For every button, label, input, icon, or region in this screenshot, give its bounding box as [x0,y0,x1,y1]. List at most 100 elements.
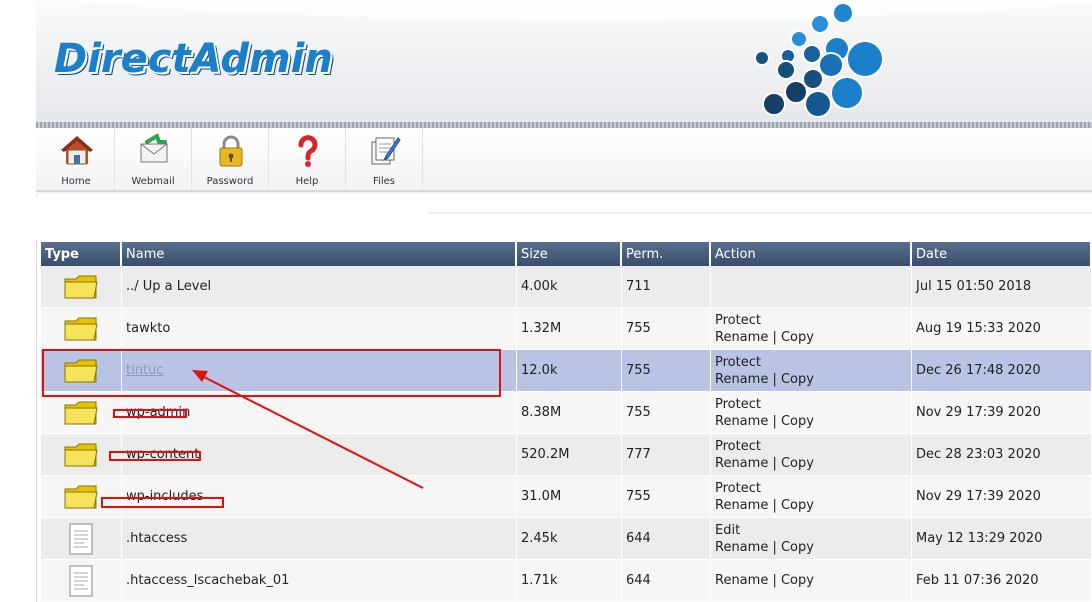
permission-link[interactable]: 755 [626,489,651,504]
folder-icon [64,443,98,466]
file-name-link[interactable]: tawkto [126,321,170,336]
action-rename-link[interactable]: Rename [715,330,768,345]
size-cell: 2.45k [517,518,621,560]
app-logo[interactable]: DirectAdmin [54,36,333,82]
date-cell: Dec 26 17:48 2020 [912,350,1091,392]
action-rename-link[interactable]: Rename [715,573,768,588]
action-protect-link[interactable]: Protect [715,481,761,496]
action-cell: Protect Rename | Copy [711,350,911,392]
size-cell: 1.32M [517,308,621,350]
action-cell: Protect Rename | Copy [711,434,911,476]
action-cell: Protect Rename | Copy [711,308,911,350]
table-row[interactable]: wp-includes 31.0M 755 Protect Rename | Copy N… [41,476,1091,518]
name-cell: wp-admin [122,392,516,434]
action-cell: Protect Rename | Copy [711,476,911,518]
name-cell: wp-includes [122,476,516,518]
file-name-link[interactable]: wp-content [126,447,199,462]
logo-bubbles-graphic [706,0,906,128]
column-header-name[interactable]: Name [122,242,516,266]
size-cell: 4.00k [517,266,621,308]
file-name-link[interactable]: ../ Up a Level [126,279,211,294]
file-name-link[interactable]: .htaccess_lscachebak_01 [126,573,289,588]
permission-link[interactable]: 755 [626,405,651,420]
date-cell: Nov 29 17:39 2020 [912,476,1091,518]
file-name-link[interactable]: tintuc [126,363,163,378]
action-rename-link[interactable]: Rename [715,456,768,471]
permission-link[interactable]: 755 [626,321,651,336]
permission-link[interactable]: 755 [626,363,651,378]
action-copy-link[interactable]: Copy [781,330,814,345]
type-cell [41,350,121,392]
date-cell: Feb 11 07:36 2020 [912,560,1091,602]
file-name-link[interactable]: wp-admin [126,405,190,420]
column-header-type[interactable]: Type [41,242,121,266]
permission-link[interactable]: 711 [626,279,651,294]
action-cell: Protect Rename | Copy [711,392,911,434]
date-cell: May 12 13:29 2020 [912,518,1091,560]
action-rename-link[interactable]: Rename [715,414,768,429]
action-copy-link[interactable]: Copy [781,540,814,555]
type-cell [41,434,121,476]
question-mark-icon [298,135,318,167]
toolbar-password-button[interactable]: Password [192,128,269,190]
sub-header-divider [428,212,1092,214]
action-protect-link[interactable]: Protect [715,439,761,454]
toolbar-label: Webmail [131,176,175,187]
size-cell: 31.0M [517,476,621,518]
action-rename-link[interactable]: Rename [715,540,768,555]
main-toolbar: Home Webmail Password Help Files [36,128,1092,194]
toolbar-home-button[interactable]: Home [38,128,115,190]
action-copy-link[interactable]: Copy [781,372,814,387]
name-cell: ../ Up a Level [122,266,516,308]
column-header-date[interactable]: Date [912,242,1091,266]
folder-icon [64,401,98,424]
permission-link[interactable]: 644 [626,531,651,546]
toolbar-label: Help [295,176,319,187]
action-copy-link[interactable]: Copy [781,456,814,471]
action-rename-link[interactable]: Rename [715,498,768,513]
action-cell [711,266,911,308]
file-name-link[interactable]: .htaccess [126,531,187,546]
padlock-icon [219,135,243,167]
action-protect-link[interactable]: Protect [715,397,761,412]
table-row[interactable]: wp-admin 8.38M 755 Protect Rename | Copy Nov … [41,392,1091,434]
type-cell [41,308,121,350]
column-header-perm[interactable]: Perm. [622,242,710,266]
toolbar-webmail-button[interactable]: Webmail [115,128,192,190]
table-row[interactable]: .htaccess_lscachebak_01 1.71k 644 Rename | … [41,560,1091,602]
table-row[interactable]: wp-content 520.2M 777 Protect Rename | Copy D… [41,434,1091,476]
document-icon [69,523,93,554]
table-row[interactable]: .htaccess 2.45k 644 Edit Rename | Copy May 12… [41,518,1091,560]
file-name-link[interactable]: wp-includes [126,489,203,504]
table-row[interactable]: ../ Up a Level 4.00k 711 Jul 15 01:50 2018 [41,266,1091,308]
action-copy-link[interactable]: Copy [781,498,814,513]
action-copy-link[interactable]: Copy [781,414,814,429]
home-icon [61,136,93,165]
action-cell: Rename | Copy [711,560,911,602]
table-row[interactable]: tawkto 1.32M 755 Protect Rename | Copy Aug 19… [41,308,1091,350]
action-edit-link[interactable]: Edit [715,523,740,538]
action-copy-link[interactable]: Copy [781,573,814,588]
perm-cell: 644 [622,560,710,602]
size-cell: 12.0k [517,350,621,392]
file-list-body: ../ Up a Level 4.00k 711 Jul 15 01:50 2018 t… [41,266,1091,602]
permission-link[interactable]: 644 [626,573,651,588]
action-cell: Edit Rename | Copy [711,518,911,560]
name-cell: tintuc [122,350,516,392]
folder-icon [64,485,98,508]
table-row[interactable]: tintuc 12.0k 755 Protect Rename | Copy Dec 26… [41,350,1091,392]
name-cell: tawkto [122,308,516,350]
action-protect-link[interactable]: Protect [715,313,761,328]
perm-cell: 777 [622,434,710,476]
action-rename-link[interactable]: Rename [715,372,768,387]
action-protect-link[interactable]: Protect [715,355,761,370]
column-header-action: Action [711,242,911,266]
toolbar-label: Password [206,176,254,187]
toolbar-help-button[interactable]: Help [269,128,346,190]
table-header-row: Type Name Size Perm. Action Date [41,242,1091,266]
column-header-size[interactable]: Size [517,242,621,266]
toolbar-files-button[interactable]: Files [346,128,423,190]
permission-link[interactable]: 777 [626,447,651,462]
toolbar-label: Files [373,176,395,187]
folder-icon [64,275,98,298]
